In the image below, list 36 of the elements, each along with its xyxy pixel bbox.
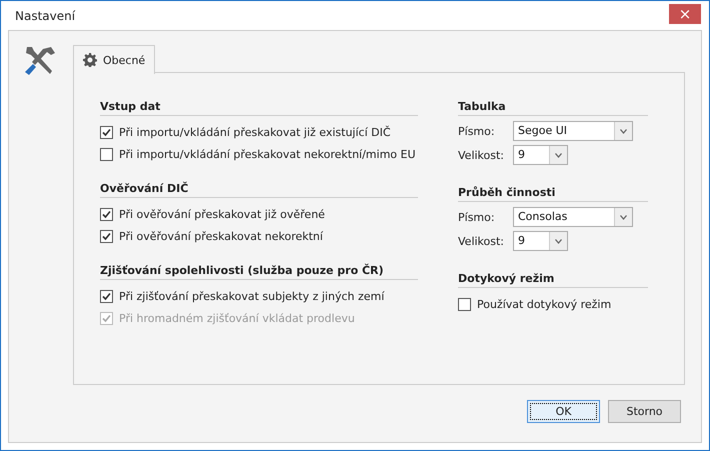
field-label: Písmo: xyxy=(458,124,496,138)
font-dropdown[interactable]: 9 xyxy=(513,145,568,165)
checkbox[interactable]: Při zjišťování přeskakovat subjekty z jiných zemí xyxy=(100,288,418,304)
check-icon xyxy=(102,128,111,136)
field-label: Velikost: xyxy=(458,234,506,248)
section-heading: Dotykový režim xyxy=(458,272,648,288)
section-heading: Průběh činnosti xyxy=(458,186,648,202)
caret-icon xyxy=(555,152,562,158)
section-heading: Vstup dat xyxy=(100,100,418,116)
caret-icon xyxy=(620,128,627,134)
field-label: Písmo: xyxy=(458,210,496,224)
gear-icon xyxy=(83,53,97,67)
section-heading: Tabulka xyxy=(458,100,648,116)
section-heading: Zjišťování spolehlivosti (služba pouze pro ČR) xyxy=(100,264,418,280)
caret-icon xyxy=(555,238,562,244)
font-dropdown[interactable]: 9 xyxy=(513,231,568,251)
check-icon xyxy=(102,292,111,300)
checkbox[interactable]: Při importu/vkládání přeskakovat nekorektní/mimo EU xyxy=(100,146,418,162)
tools-icon xyxy=(23,45,57,77)
checkbox[interactable]: Při ověřování přeskakovat nekorektní xyxy=(100,228,418,244)
check-icon xyxy=(102,210,111,218)
check-icon xyxy=(102,232,111,240)
tab[interactable]: Obecné xyxy=(73,45,156,74)
dialog-button[interactable]: OK xyxy=(527,400,600,423)
check-icon xyxy=(102,314,111,322)
close-button[interactable]: × xyxy=(669,4,701,24)
field-label: Velikost: xyxy=(458,148,506,162)
font-dropdown[interactable]: Segoe UI xyxy=(513,121,633,141)
caret-icon xyxy=(620,214,627,220)
section-heading: Ověřování DIČ xyxy=(100,182,418,198)
font-dropdown[interactable]: Consolas xyxy=(513,207,633,227)
dialog-button[interactable]: Storno xyxy=(608,400,681,423)
checkbox[interactable]: Při importu/vkládání přeskakovat již existující DIČ xyxy=(100,124,418,140)
window-title: Nastavení xyxy=(15,8,76,22)
checkbox[interactable]: Používat dotykový režim xyxy=(458,296,648,312)
checkbox[interactable]: Při ověřování přeskakovat již ověřené xyxy=(100,206,418,222)
